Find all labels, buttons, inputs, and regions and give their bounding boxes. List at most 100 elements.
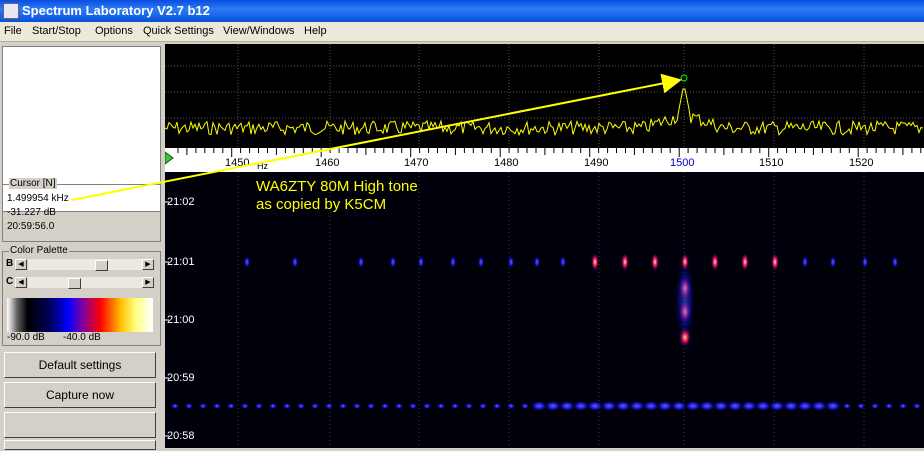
color-palette-bar[interactable] [7, 298, 153, 332]
palette-max-db: -40.0 dB [63, 332, 101, 343]
contrast-label: C [6, 276, 14, 287]
contrast-right-arrow[interactable]: ▶ [142, 277, 154, 288]
brightness-label: B [6, 258, 14, 269]
signal-dot [325, 403, 333, 409]
signal-dot [292, 256, 298, 268]
signal-dot [615, 401, 631, 411]
signal-dot [559, 401, 575, 411]
cursor-time: 20:59:56.0 [7, 221, 55, 232]
menu-start-stop[interactable]: Start/Stop [32, 25, 81, 37]
signal-dot [769, 401, 785, 411]
frequency-ticks [165, 148, 922, 165]
brightness-slider-thumb[interactable] [95, 260, 108, 271]
signal-dot [283, 403, 291, 409]
signal-dot [409, 403, 417, 409]
contrast-left-arrow[interactable]: ◀ [15, 277, 27, 288]
signal-dot [892, 256, 898, 268]
tune-marker-icon[interactable] [165, 151, 174, 165]
signal-dot [862, 256, 868, 268]
signal-dot [885, 403, 893, 409]
contrast-slider-thumb[interactable] [68, 278, 81, 289]
brightness-slider[interactable] [28, 259, 146, 271]
menu-bar: File Start/Stop Options Quick Settings V… [0, 22, 924, 42]
menu-quick-settings[interactable]: Quick Settings [143, 25, 214, 37]
signal-dot [545, 401, 561, 411]
signal-dot [825, 401, 841, 411]
contrast-slider[interactable] [28, 277, 146, 289]
signal-dot [621, 253, 629, 271]
signal-dot [783, 401, 799, 411]
signal-dot [339, 403, 347, 409]
signal-dot [507, 403, 515, 409]
default-settings-button[interactable]: Default settings [4, 352, 156, 378]
time-label-2058: 20:58 [167, 430, 195, 442]
signal-dot [534, 256, 540, 268]
time-label-2101: 21:01 [167, 256, 195, 268]
time-label-2059: 20:59 [167, 372, 195, 384]
time-label-2102: 21:02 [167, 196, 195, 208]
palette-min-db: -90.0 dB [7, 332, 45, 343]
signal-dot [871, 403, 879, 409]
brightness-slider-row: B ◀ ▶ [6, 258, 156, 272]
title-bar[interactable]: Spectrum Laboratory V2.7 b12 [0, 0, 924, 22]
menu-options[interactable]: Options [95, 25, 133, 37]
capture-now-button[interactable]: Capture now [4, 382, 156, 408]
signal-dot [244, 256, 250, 268]
signal-dot [587, 401, 603, 411]
frequency-axis[interactable]: Hz 1450 1460 1470 1480 1490 1500 1510 15… [165, 148, 924, 172]
waterfall-display[interactable] [165, 172, 924, 448]
signal-dot [727, 401, 743, 411]
signal-dot [437, 403, 445, 409]
signal-column-1500 [675, 260, 695, 347]
blank-button-2[interactable] [4, 440, 156, 450]
menu-file[interactable]: File [4, 25, 22, 37]
signal-dot [227, 403, 235, 409]
signal-dot [802, 256, 808, 268]
signal-dot [255, 403, 263, 409]
signal-dot [741, 253, 749, 271]
blank-button-1[interactable] [4, 412, 156, 438]
annotation-line-1: WA6ZTY 80M High tone [256, 178, 418, 195]
menu-view-windows[interactable]: View/Windows [223, 25, 294, 37]
spectrum-trace [164, 88, 924, 137]
signal-dot [755, 401, 771, 411]
tick-1450: 1450 [225, 157, 250, 169]
signal-dot [601, 401, 617, 411]
signal-dot [493, 403, 501, 409]
signal-dot [771, 253, 779, 271]
signal-dot [531, 401, 547, 411]
signal-dot [741, 401, 757, 411]
tick-1460: 1460 [315, 157, 340, 169]
signal-dot [591, 253, 599, 271]
signal-dot [560, 256, 566, 268]
signal-dot [199, 403, 207, 409]
spectrum-display[interactable] [164, 44, 924, 148]
axis-unit: Hz [257, 161, 268, 171]
waterfall-graph [165, 172, 921, 448]
tick-1500: 1500 [670, 157, 695, 169]
spectrum-graph [164, 44, 924, 148]
signal-dot [913, 403, 921, 409]
brightness-left-arrow[interactable]: ◀ [15, 259, 27, 270]
signal-dot [185, 403, 193, 409]
signal-dot [451, 403, 459, 409]
cursor-level: -31.227 dB [7, 207, 56, 218]
signal-dot [311, 403, 319, 409]
signal-dot [629, 401, 645, 411]
menu-help[interactable]: Help [304, 25, 327, 37]
cursor-group: Cursor [N] 1.499954 kHz -31.227 dB 20:59… [2, 178, 161, 242]
tick-1470: 1470 [404, 157, 429, 169]
signal-dot [797, 401, 813, 411]
color-palette-label: Color Palette [9, 245, 69, 256]
contrast-slider-row: C ◀ ▶ [6, 276, 156, 290]
signal-dot [171, 403, 179, 409]
signal-dot [671, 401, 687, 411]
signal-dot [573, 401, 589, 411]
signal-dot [508, 256, 514, 268]
tick-1510: 1510 [759, 157, 784, 169]
window-title: Spectrum Laboratory V2.7 b12 [22, 3, 210, 18]
signal-row-2059 [171, 401, 921, 411]
signal-dot [450, 256, 456, 268]
brightness-right-arrow[interactable]: ▶ [142, 259, 154, 270]
app-icon[interactable] [3, 3, 19, 19]
